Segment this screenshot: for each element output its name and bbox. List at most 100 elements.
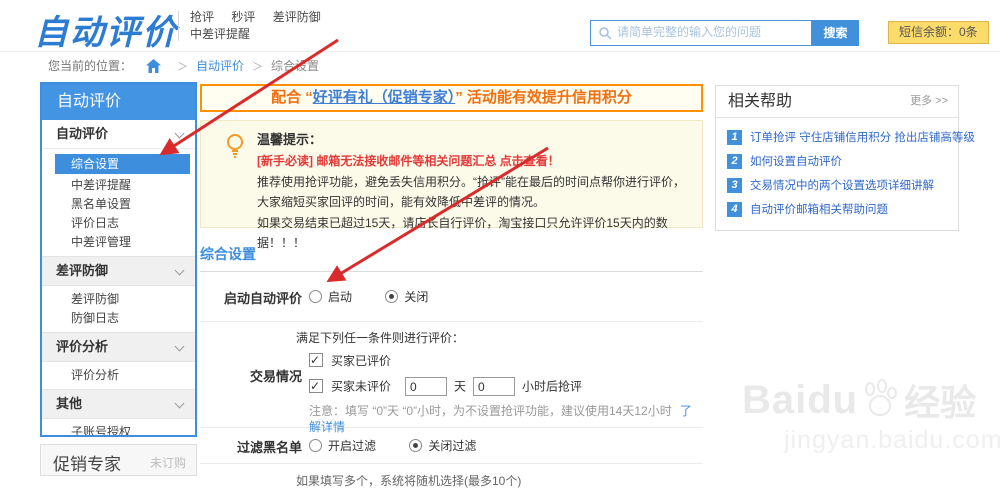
help-item-number: 3 xyxy=(727,178,742,193)
breadcrumb-separator: ＞ xyxy=(252,61,263,73)
trade-label: 交易情况 xyxy=(200,366,302,385)
top-nav: 抢评 秒评 差评防御 中差评提醒 xyxy=(190,9,335,43)
chevron-down-icon xyxy=(175,342,185,352)
sidebar-section-defense[interactable]: 差评防御 xyxy=(42,256,195,286)
form-row-blacklist: 过滤黑名单 开启过滤 关闭过滤 xyxy=(200,428,703,464)
days-unit-label: 天 xyxy=(454,380,466,394)
auto-start-label: 启动自动评价 xyxy=(200,288,302,307)
promo-status: 未订购 xyxy=(150,454,186,471)
help-item-1[interactable]: 1 订单抢评 守住店铺信用积分 抢出店铺高等级 xyxy=(727,125,958,149)
paw-icon xyxy=(860,378,900,423)
checkbox-buyer-reviewed-label: 买家已评价 xyxy=(331,354,391,368)
form-row-auto-start: 启动自动评价 启动 关闭 xyxy=(200,272,703,322)
app-header: 自动评价 抢评 秒评 差评防御 中差评提醒 搜索 短信余额：0条 xyxy=(0,0,1000,52)
radio-close-icon[interactable] xyxy=(385,290,398,303)
radio-filter-off-icon[interactable] xyxy=(409,439,422,452)
tips-title: 温馨提示： xyxy=(257,130,690,150)
hours-suffix-label: 小时后抢评 xyxy=(522,380,582,394)
hours-input[interactable] xyxy=(473,377,515,396)
radio-filter-on-label: 开启过滤 xyxy=(328,439,376,453)
help-item-number: 4 xyxy=(727,202,742,217)
sidebar-item-review-manage[interactable]: 中差评管理 xyxy=(42,233,195,252)
sidebar-section-other[interactable]: 其他 xyxy=(42,389,195,419)
watermark-url: jingyan.baidu.com xyxy=(784,426,1000,455)
banner-link[interactable]: 好评有礼（促销专家） xyxy=(313,89,456,106)
tips-alert-text: [新手必读] 邮箱无法接收邮件等相关问题汇总 xyxy=(257,154,496,168)
help-item-number: 1 xyxy=(727,130,742,145)
blacklist-label: 过滤黑名单 xyxy=(200,437,302,456)
sms-balance-badge: 短信余额：0条 xyxy=(888,21,989,44)
radio-filter-on-icon[interactable] xyxy=(309,439,322,452)
help-item-link[interactable]: 如何设置自动评价 xyxy=(750,153,842,169)
trade-note: 注意：填写 “0”天 “0”小时，为不设置抢评功能，建议使用14天12小时 xyxy=(309,404,672,418)
checkbox-buyer-not-reviewed[interactable] xyxy=(309,379,323,393)
checkbox-buyer-not-reviewed-label: 买家未评价 xyxy=(331,380,391,394)
nav-item-bad-review-defense[interactable]: 差评防御 xyxy=(273,10,321,24)
sidebar: 自动评价 自动评价 综合设置 中差评提醒 黑名单设置 评价日志 中差评管理 差评… xyxy=(40,82,197,437)
radio-option-filter-on[interactable]: 开启过滤 xyxy=(309,439,376,453)
watermark-brand: Baidu xyxy=(742,378,858,423)
promo-box[interactable]: 促销专家 未订购 xyxy=(40,444,197,476)
breadcrumb: 您当前的位置：＞自动评价＞综合设置 xyxy=(48,52,319,80)
help-panel: 相关帮助 更多 >> 1 订单抢评 守住店铺信用积分 抢出店铺高等级 2 如何设… xyxy=(715,85,959,231)
sidebar-list: 子账号授权 xyxy=(42,419,195,437)
sidebar-item-defense[interactable]: 差评防御 xyxy=(42,290,195,309)
help-item-3[interactable]: 3 交易情况中的两个设置选项详细讲解 xyxy=(727,173,958,197)
sidebar-item-review-log[interactable]: 评价日志 xyxy=(42,214,195,233)
help-more-link[interactable]: 更多 >> xyxy=(910,86,948,117)
sidebar-item-defense-log[interactable]: 防御日志 xyxy=(42,309,195,328)
nav-item-review-remind[interactable]: 中差评提醒 xyxy=(190,27,250,41)
search-icon xyxy=(598,26,612,45)
search-input[interactable] xyxy=(617,21,803,43)
sidebar-section-label: 自动评价 xyxy=(56,126,108,141)
search-button[interactable]: 搜索 xyxy=(812,20,859,46)
radio-option-filter-off[interactable]: 关闭过滤 xyxy=(409,439,476,453)
help-item-4[interactable]: 4 自动评价邮箱相关帮助问题 xyxy=(727,197,958,221)
radio-filter-off-label: 关闭过滤 xyxy=(428,439,476,453)
sidebar-item-general-settings[interactable]: 综合设置 xyxy=(55,154,190,174)
help-item-link[interactable]: 交易情况中的两个设置选项详细讲解 xyxy=(750,177,934,193)
tips-alert-link[interactable]: 点击查看！ xyxy=(500,154,560,168)
radio-option-start[interactable]: 启动 xyxy=(309,290,352,304)
tips-paragraph-1: 推荐使用抢评功能，避免丢失信用积分。“抢评”能在最后的时间点帮你进行评价，大家缩… xyxy=(257,172,690,212)
sidebar-item-analysis[interactable]: 评价分析 xyxy=(42,366,195,385)
banner-suffix: ” 活动能有效提升信用积分 xyxy=(455,89,632,106)
radio-option-close[interactable]: 关闭 xyxy=(385,290,428,304)
help-list: 1 订单抢评 守住店铺信用积分 抢出店铺高等级 2 如何设置自动评价 3 交易情… xyxy=(716,118,958,230)
sidebar-list: 差评防御 防御日志 xyxy=(42,286,195,332)
sidebar-list: 评价分析 xyxy=(42,362,195,389)
chevron-down-icon xyxy=(175,266,185,276)
breadcrumb-link-auto-review[interactable]: 自动评价 xyxy=(196,59,244,73)
baidu-jingyan-watermark: Baidu 经验 jingyan.baidu.com xyxy=(742,374,1000,455)
breadcrumb-current: 综合设置 xyxy=(271,59,319,73)
days-input[interactable] xyxy=(405,377,447,396)
sidebar-section-analysis[interactable]: 评价分析 xyxy=(42,332,195,362)
form-row-partial: 如果填写多个，系统将随机选择(最多10个) xyxy=(200,464,703,497)
nav-item-instant-review[interactable]: 秒评 xyxy=(231,10,255,24)
search-box xyxy=(590,20,812,46)
help-item-link[interactable]: 自动评价邮箱相关帮助问题 xyxy=(750,201,888,217)
trade-intro: 满足下列任一条件则进行评价： xyxy=(296,330,703,346)
help-item-number: 2 xyxy=(727,154,742,169)
banner-prefix: 配合 “ xyxy=(271,89,313,106)
sidebar-item-subaccount[interactable]: 子账号授权 xyxy=(42,423,195,437)
sidebar-item-blacklist-settings[interactable]: 黑名单设置 xyxy=(42,195,195,214)
radio-start-icon[interactable] xyxy=(309,290,322,303)
help-item-link[interactable]: 订单抢评 守住店铺信用积分 抢出店铺高等级 xyxy=(750,129,975,145)
help-item-2[interactable]: 2 如何设置自动评价 xyxy=(727,149,958,173)
nav-item-grab-review[interactable]: 抢评 xyxy=(190,10,214,24)
help-panel-title: 相关帮助 xyxy=(728,93,792,110)
checkbox-buyer-reviewed[interactable] xyxy=(309,353,323,367)
sidebar-section-auto-review[interactable]: 自动评价 xyxy=(42,120,195,149)
chevron-down-icon xyxy=(175,129,185,139)
logo-divider xyxy=(178,11,179,41)
radio-close-label: 关闭 xyxy=(404,290,428,304)
promo-banner: 配合 “好评有礼（促销专家）” 活动能有效提升信用积分 xyxy=(200,84,703,112)
main-content: 配合 “好评有礼（促销专家）” 活动能有效提升信用积分 温馨提示： [新手必读]… xyxy=(200,82,703,497)
home-icon[interactable] xyxy=(146,55,161,83)
app-logo: 自动评价 xyxy=(34,5,178,54)
sidebar-section-label: 差评防御 xyxy=(56,263,108,278)
sidebar-title: 自动评价 xyxy=(42,84,195,120)
sidebar-item-review-remind[interactable]: 中差评提醒 xyxy=(42,176,195,195)
promo-title: 促销专家 xyxy=(53,450,121,475)
